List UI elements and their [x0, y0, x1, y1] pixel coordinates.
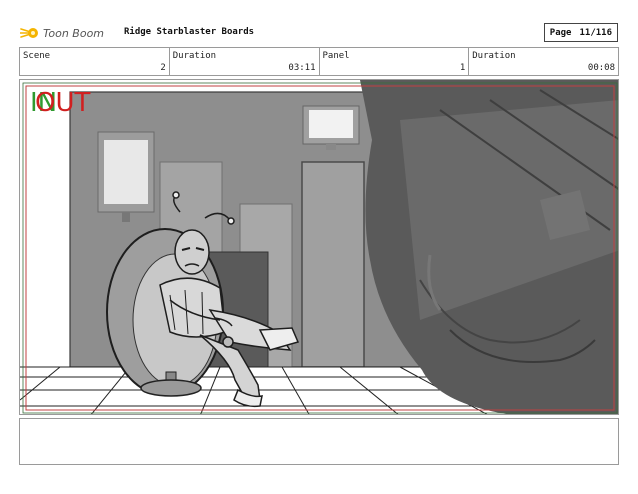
panel-drawing	[20, 80, 618, 414]
storyboard-panel-image[interactable]: IN OUT	[19, 79, 619, 415]
scene-duration-cell[interactable]: Duration 03:11	[170, 48, 320, 75]
panel-value: 1	[459, 63, 466, 73]
panel-duration-value: 00:08	[587, 63, 615, 73]
brand-name: Toon Boom	[43, 26, 105, 40]
toon-boom-logo-icon	[20, 28, 38, 38]
page-label: Page	[549, 28, 572, 38]
out-marker: OUT	[35, 88, 91, 118]
panel-cell[interactable]: Panel 1	[320, 48, 470, 75]
project-title: Ridge Starblaster Boards	[124, 27, 255, 37]
scene-duration-label: Duration	[172, 51, 217, 61]
page-number: 11/116	[579, 28, 612, 38]
page-indicator: Page 11/116	[543, 23, 618, 42]
panel-label: Panel	[322, 51, 350, 61]
scene-cell[interactable]: Scene 2	[20, 48, 170, 75]
scene-value: 2	[160, 63, 166, 73]
scene-label: Scene	[23, 51, 51, 61]
panel-notes-field[interactable]	[19, 418, 619, 465]
wall-column-right	[301, 161, 365, 368]
panel-info-row: Scene 2 Duration 03:11 Panel 1 Duration …	[19, 47, 619, 76]
panel-duration-label: Duration	[472, 51, 516, 61]
scene-duration-value: 03:11	[288, 63, 316, 73]
panel-duration-cell[interactable]: Duration 00:08	[469, 48, 618, 75]
in-out-marker: IN OUT	[30, 90, 90, 118]
toon-boom-logo: Toon Boom	[20, 22, 104, 44]
board-header: Toon Boom Ridge Starblaster Boards Page 1…	[20, 22, 618, 44]
